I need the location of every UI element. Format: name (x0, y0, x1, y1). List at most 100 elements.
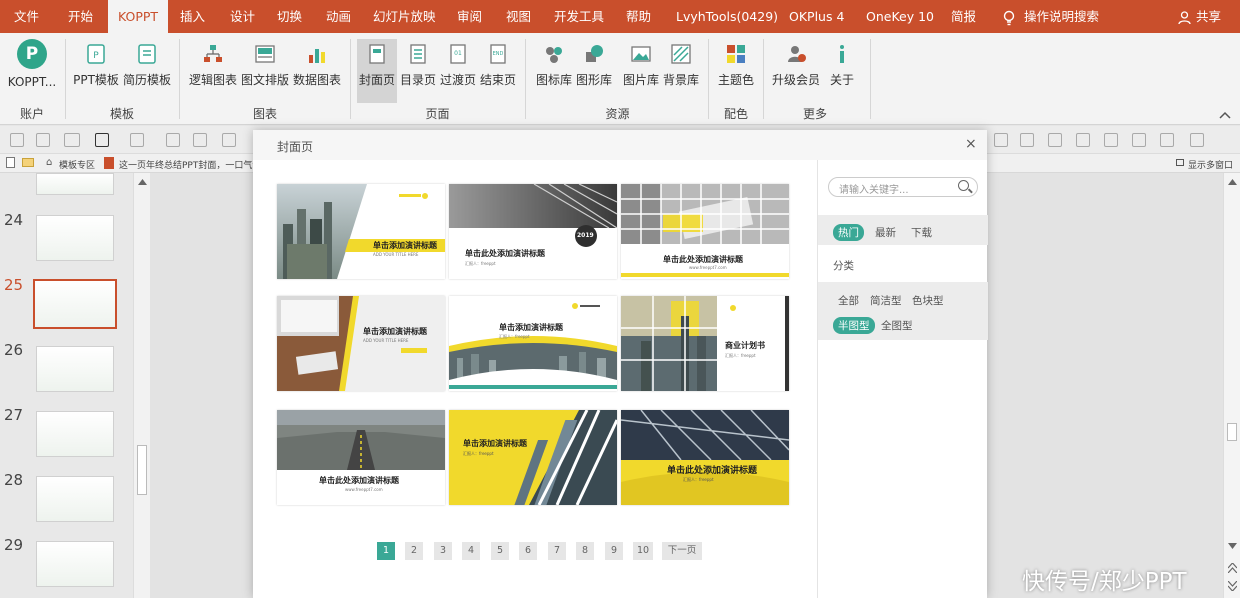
slide-thumbnail-active[interactable] (33, 279, 117, 329)
text-style-icon[interactable] (95, 133, 109, 147)
tab-okplus[interactable]: OKPlus 4 (789, 0, 844, 33)
hash-icon[interactable] (222, 133, 236, 147)
share-button[interactable]: 共享 (1178, 0, 1221, 33)
tab-help[interactable]: 帮助 (626, 0, 651, 33)
category-simple[interactable]: 简洁型 (870, 293, 902, 308)
align-middle-icon[interactable] (1132, 133, 1146, 147)
multi-window-button[interactable]: 显示多窗口 (1188, 158, 1233, 171)
collapse-ribbon-icon[interactable] (1219, 111, 1231, 119)
scrollbar-thumb[interactable] (137, 445, 147, 495)
slide-thumbnail[interactable] (36, 346, 114, 392)
tab-review[interactable]: 审阅 (457, 0, 482, 33)
picture-lib-button[interactable]: 图片库 (621, 39, 661, 101)
next-page-button[interactable]: 下一页 (662, 542, 702, 560)
tab-briefing[interactable]: 简报 (951, 0, 976, 33)
search-icon[interactable] (958, 180, 969, 191)
format-painter-icon[interactable] (193, 133, 207, 147)
page-button-2[interactable]: 2 (405, 542, 423, 560)
page-down-icon[interactable] (1228, 581, 1237, 591)
main-scrollbar[interactable] (1223, 173, 1240, 598)
tab-transitions[interactable]: 切换 (277, 0, 302, 33)
distribute-icon[interactable] (1048, 133, 1062, 147)
tab-koppt[interactable]: KOPPT (108, 0, 169, 33)
template-card[interactable]: 单击此处添加演讲标题 www.freeppt7.com (621, 184, 789, 279)
template-card[interactable]: 单击添加演讲标题 汇报人：freeppt (449, 410, 617, 505)
page-button-4[interactable]: 4 (462, 542, 480, 560)
logic-chart-button[interactable]: 逻辑图表 (188, 39, 238, 101)
template-card[interactable]: 商业计划书 汇报人：freeppt (621, 296, 789, 391)
tab-slideshow[interactable]: 幻灯片放映 (373, 0, 436, 33)
folder-icon[interactable] (22, 158, 34, 167)
cover-page-button[interactable]: 封面页 (357, 39, 397, 103)
lock-icon[interactable] (10, 133, 24, 147)
template-card[interactable]: 2019 单击此处添加演讲标题 汇报人：freeppt (449, 184, 617, 279)
link-icon[interactable] (36, 133, 50, 147)
tab-lvyhtools[interactable]: LvyhTools(0429) (676, 0, 778, 33)
page-button-1[interactable]: 1 (377, 542, 395, 560)
shape-lib-button[interactable]: 图形库 (574, 39, 614, 101)
group-objects-icon[interactable] (1076, 133, 1090, 147)
tab-home[interactable]: 开始 (68, 0, 93, 33)
tab-design[interactable]: 设计 (230, 0, 255, 33)
slide-panel-scrollbar[interactable] (133, 173, 150, 598)
category-half-image[interactable]: 半图型 (833, 317, 875, 334)
background-lib-button[interactable]: 背景库 (661, 39, 701, 101)
tab-onekey[interactable]: OneKey 10 (866, 0, 934, 33)
upgrade-button[interactable]: 升级会员 (772, 39, 820, 101)
eyedropper-icon[interactable] (166, 133, 180, 147)
image-layout-button[interactable]: 图文排版 (240, 39, 290, 101)
align-top-icon[interactable] (1104, 133, 1118, 147)
size-icon[interactable] (1190, 133, 1204, 147)
page-up-icon[interactable] (1228, 563, 1237, 573)
align-left-icon[interactable] (994, 133, 1008, 147)
textbox-icon[interactable] (64, 133, 80, 147)
page-button-10[interactable]: 10 (633, 542, 653, 560)
template-card[interactable]: 单击添加演讲标题 ADD YOUR TITLE HERE (277, 184, 445, 279)
sort-hot[interactable]: 热门 (833, 224, 864, 241)
icon-lib-button[interactable]: 图标库 (534, 39, 574, 101)
slide-thumbnail[interactable] (36, 215, 114, 261)
account-button[interactable]: P KOPPT... (6, 39, 58, 101)
font-icon[interactable] (130, 133, 144, 147)
resume-template-button[interactable]: 简历模板 (122, 39, 172, 101)
scroll-up-arrow-icon[interactable] (138, 179, 147, 185)
scrollbar-thumb[interactable] (1227, 423, 1237, 441)
template-card[interactable]: 单击添加演讲标题 ADD YOUR TITLE HERE (277, 296, 445, 391)
tab-developer[interactable]: 开发工具 (554, 0, 604, 33)
slide-thumbnail[interactable] (36, 476, 114, 522)
rotate-icon[interactable] (1160, 133, 1174, 147)
end-page-button[interactable]: END 结束页 (478, 39, 518, 101)
transition-page-button[interactable]: 01 过渡页 (438, 39, 478, 101)
doc-tab-template[interactable]: 模板专区 (59, 158, 95, 171)
sort-downloads[interactable]: 下载 (911, 225, 932, 240)
tab-file[interactable]: 文件 (14, 0, 39, 33)
template-card[interactable]: 单击添加演讲标题 汇报人：freeppt (449, 296, 617, 391)
new-doc-icon[interactable] (6, 157, 15, 168)
theme-color-button[interactable]: 主题色 (716, 39, 756, 101)
ppt-template-button[interactable]: P PPT模板 (72, 39, 120, 101)
category-color-block[interactable]: 色块型 (912, 293, 944, 308)
tab-animations[interactable]: 动画 (326, 0, 351, 33)
close-icon[interactable]: × (965, 136, 977, 152)
page-button-9[interactable]: 9 (605, 542, 623, 560)
tell-me-search[interactable]: 操作说明搜索 (1002, 0, 1099, 33)
slide-thumbnail[interactable] (36, 541, 114, 587)
slide-thumbnail[interactable] (36, 173, 114, 195)
align-center-icon[interactable] (1020, 133, 1034, 147)
page-button-5[interactable]: 5 (491, 542, 509, 560)
tab-insert[interactable]: 插入 (180, 0, 205, 33)
scroll-down-arrow-icon[interactable] (1228, 543, 1237, 549)
keyword-search-input[interactable]: 请输入关键字... (828, 177, 978, 197)
toc-page-button[interactable]: 目录页 (398, 39, 438, 101)
page-button-6[interactable]: 6 (519, 542, 537, 560)
about-button[interactable]: 关于 (826, 39, 858, 101)
page-button-7[interactable]: 7 (548, 542, 566, 560)
tab-view[interactable]: 视图 (506, 0, 531, 33)
slide-thumbnail[interactable] (36, 411, 114, 457)
template-card[interactable]: 单击此处添加演讲标题 汇报人：freeppt (621, 410, 789, 505)
data-chart-button[interactable]: 数据图表 (292, 39, 342, 101)
page-button-8[interactable]: 8 (576, 542, 594, 560)
page-button-3[interactable]: 3 (434, 542, 452, 560)
scroll-up-arrow-icon[interactable] (1228, 179, 1237, 185)
category-all[interactable]: 全部 (838, 293, 859, 308)
